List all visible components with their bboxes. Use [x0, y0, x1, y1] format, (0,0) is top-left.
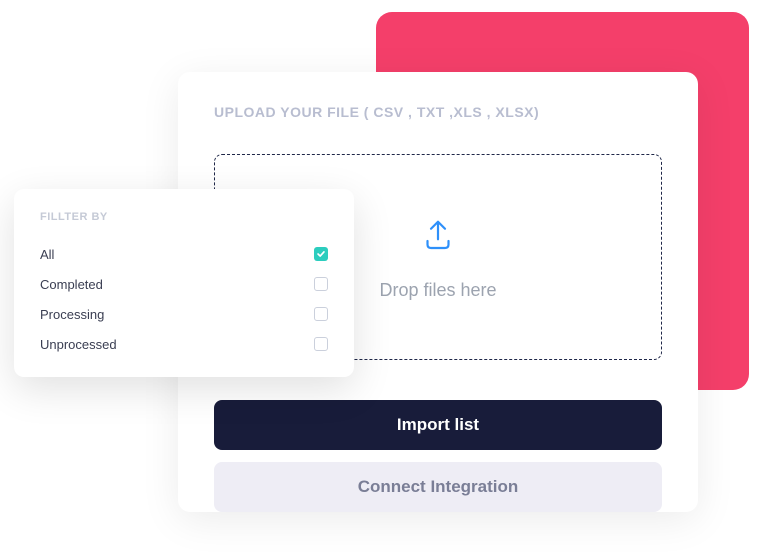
drop-files-label: Drop files here: [379, 280, 496, 301]
checkbox-unchecked[interactable]: [314, 337, 328, 351]
connect-integration-button[interactable]: Connect Integration: [214, 462, 662, 512]
filter-row-completed[interactable]: Completed: [40, 269, 328, 299]
filter-label: Processing: [40, 307, 104, 322]
upload-icon: [417, 213, 459, 260]
checkbox-unchecked[interactable]: [314, 307, 328, 321]
filter-row-all[interactable]: All: [40, 239, 328, 269]
filter-card: FILLTER BY All Completed Processing Unpr…: [14, 189, 354, 377]
checkbox-checked[interactable]: [314, 247, 328, 261]
upload-title: UPLOAD YOUR FILE ( CSV , TXT ,XLS , XLSX…: [214, 104, 662, 120]
filter-row-unprocessed[interactable]: Unprocessed: [40, 329, 328, 359]
import-list-button[interactable]: Import list: [214, 400, 662, 450]
checkbox-unchecked[interactable]: [314, 277, 328, 291]
filter-label: All: [40, 247, 54, 262]
filter-label: Unprocessed: [40, 337, 117, 352]
filter-heading: FILLTER BY: [40, 211, 328, 223]
filter-label: Completed: [40, 277, 103, 292]
filter-row-processing[interactable]: Processing: [40, 299, 328, 329]
